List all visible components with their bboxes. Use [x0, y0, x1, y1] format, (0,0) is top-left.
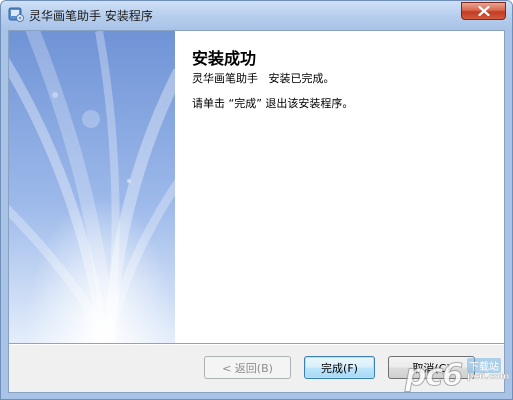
- content-panel: 安装成功 灵华画笔助手 安装已完成。 请单击 “完成” 退出该安装程序。: [175, 31, 504, 343]
- title-bar[interactable]: 灵华画笔助手 安装程序: [1, 1, 512, 29]
- back-button[interactable]: < 返回(B): [204, 356, 291, 379]
- installer-window: 灵华画笔助手 安装程序 安装成功 灵华画笔助手 安装已完成。 请单击 “完成” …: [0, 0, 513, 400]
- watermark-logo: pc6: [404, 358, 463, 394]
- close-button[interactable]: [461, 2, 506, 20]
- dialog-client-area: 安装成功 灵华画笔助手 安装已完成。 请单击 “完成” 退出该安装程序。 < 返…: [8, 30, 505, 393]
- page-title: 安装成功: [192, 49, 257, 68]
- side-banner-art: [9, 31, 175, 343]
- watermark-subtitle: 下载站: [467, 358, 501, 373]
- side-banner-image: [9, 31, 175, 343]
- completion-message: 灵华画笔助手 安装已完成。: [192, 72, 335, 85]
- close-icon: [477, 6, 490, 16]
- separator: [9, 343, 504, 345]
- watermark-url: pc6.com: [467, 372, 510, 382]
- finish-button[interactable]: 完成(F): [304, 356, 375, 379]
- instruction-text: 请单击 “完成” 退出该安装程序。: [192, 97, 354, 110]
- window-title: 灵华画笔助手 安装程序: [29, 9, 153, 23]
- installer-icon: [8, 7, 24, 22]
